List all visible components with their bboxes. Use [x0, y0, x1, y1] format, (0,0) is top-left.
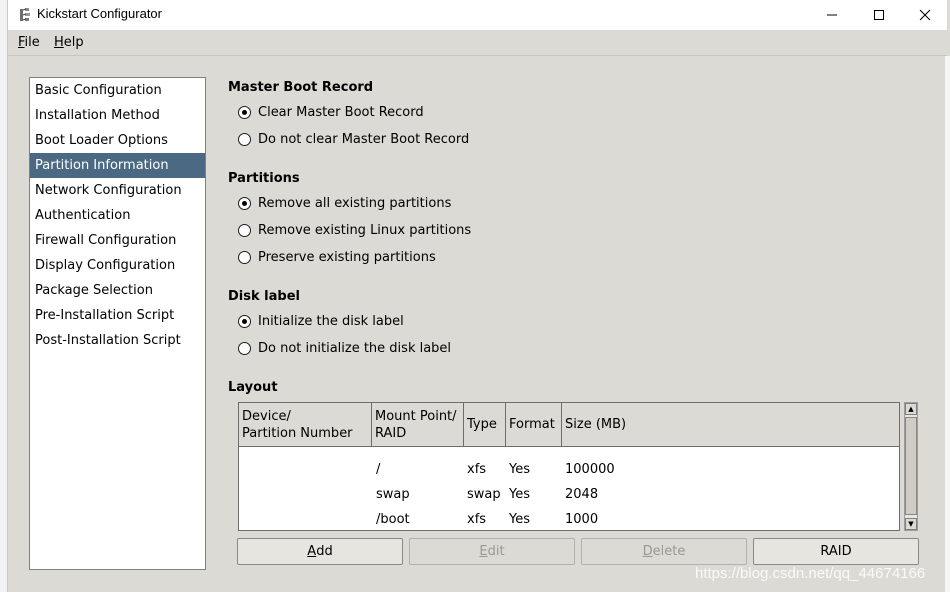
sidebar-item-authentication[interactable]: Authentication	[30, 203, 205, 228]
watermark-text: https://blog.csdn.net/qq_44674166	[695, 565, 926, 582]
radio-unchecked-icon[interactable]	[238, 250, 251, 264]
partitions-option-remove-linux[interactable]: Remove existing Linux partitions	[238, 220, 471, 240]
scroll-down-button[interactable]: ▼	[905, 518, 917, 530]
triangle-down-icon: ▼	[908, 520, 914, 528]
partitions-option-preserve[interactable]: Preserve existing partitions	[238, 247, 436, 267]
sidebar-item-network-configuration[interactable]: Network Configuration	[30, 178, 205, 203]
radio-checked-icon[interactable]	[238, 105, 251, 119]
partitions-option-remove-all[interactable]: Remove all existing partitions	[238, 193, 451, 213]
maximize-icon	[874, 10, 884, 20]
disklabel-section-title: Disk label	[228, 289, 300, 304]
radio-checked-icon[interactable]	[238, 314, 251, 328]
table-row[interactable]: swap swap Yes 2048	[239, 483, 899, 508]
menu-file[interactable]: File	[18, 35, 40, 50]
category-sidebar: Basic Configuration Installation Method …	[29, 77, 206, 570]
layout-section-title: Layout	[228, 380, 278, 395]
table-row[interactable]: / xfs Yes 100000	[239, 458, 899, 483]
radio-checked-icon[interactable]	[238, 196, 251, 210]
window-title: Kickstart Configurator	[37, 6, 162, 21]
sidebar-item-post-installation-script[interactable]: Post-Installation Script	[30, 328, 205, 353]
sidebar-item-display-configuration[interactable]: Display Configuration	[30, 253, 205, 278]
partitions-section-title: Partitions	[228, 171, 300, 186]
scroll-up-button[interactable]: ▲	[905, 403, 917, 415]
kickstart-app-icon	[20, 8, 30, 21]
mbr-section-title: Master Boot Record	[228, 80, 374, 95]
raid-button[interactable]: RAID	[753, 538, 919, 565]
scroll-thumb[interactable]	[905, 417, 917, 515]
triangle-up-icon: ▲	[908, 405, 914, 413]
column-header-type[interactable]: Type	[464, 403, 506, 446]
mbr-option-clear[interactable]: Clear Master Boot Record	[238, 102, 424, 122]
mbr-option-do-not-clear[interactable]: Do not clear Master Boot Record	[238, 129, 469, 149]
table-header: Device/Partition Number Mount Point/RAID…	[239, 403, 899, 447]
table-row[interactable]: /boot xfs Yes 1000	[239, 508, 899, 533]
radio-unchecked-icon[interactable]	[238, 341, 251, 355]
kickstart-window: Kickstart Configurator File Help Basic C…	[8, 0, 947, 592]
edit-button[interactable]: Edit	[409, 538, 575, 565]
delete-button[interactable]: Delete	[581, 538, 747, 565]
sidebar-item-basic-configuration[interactable]: Basic Configuration	[30, 78, 205, 103]
sidebar-item-package-selection[interactable]: Package Selection	[30, 278, 205, 303]
partition-layout-table[interactable]: Device/Partition Number Mount Point/RAID…	[238, 402, 900, 531]
minimize-icon	[827, 14, 837, 16]
maximize-button[interactable]	[856, 0, 902, 30]
sidebar-item-firewall-configuration[interactable]: Firewall Configuration	[30, 228, 205, 253]
background-desktop-strip	[0, 0, 8, 592]
table-vertical-scrollbar[interactable]: ▲ ▼	[904, 402, 918, 531]
add-button[interactable]: Add	[237, 538, 403, 565]
sidebar-item-installation-method[interactable]: Installation Method	[30, 103, 205, 128]
disklabel-option-do-not-initialize[interactable]: Do not initialize the disk label	[238, 338, 451, 358]
close-icon	[919, 9, 931, 21]
disklabel-option-initialize[interactable]: Initialize the disk label	[238, 311, 404, 331]
sidebar-item-partition-information[interactable]: Partition Information	[30, 153, 205, 178]
column-header-format[interactable]: Format	[506, 403, 562, 446]
radio-unchecked-icon[interactable]	[238, 132, 251, 146]
radio-unchecked-icon[interactable]	[238, 223, 251, 237]
minimize-button[interactable]	[809, 0, 855, 30]
close-button[interactable]	[902, 0, 948, 30]
column-header-size[interactable]: Size (MB)	[562, 403, 899, 446]
menu-bar: File Help	[8, 31, 947, 56]
title-bar[interactable]: Kickstart Configurator	[8, 0, 947, 30]
sidebar-item-boot-loader-options[interactable]: Boot Loader Options	[30, 128, 205, 153]
column-header-device[interactable]: Device/Partition Number	[239, 403, 372, 446]
sidebar-item-pre-installation-script[interactable]: Pre-Installation Script	[30, 303, 205, 328]
menu-help[interactable]: Help	[54, 35, 84, 50]
column-header-mount-point[interactable]: Mount Point/RAID	[372, 403, 464, 446]
